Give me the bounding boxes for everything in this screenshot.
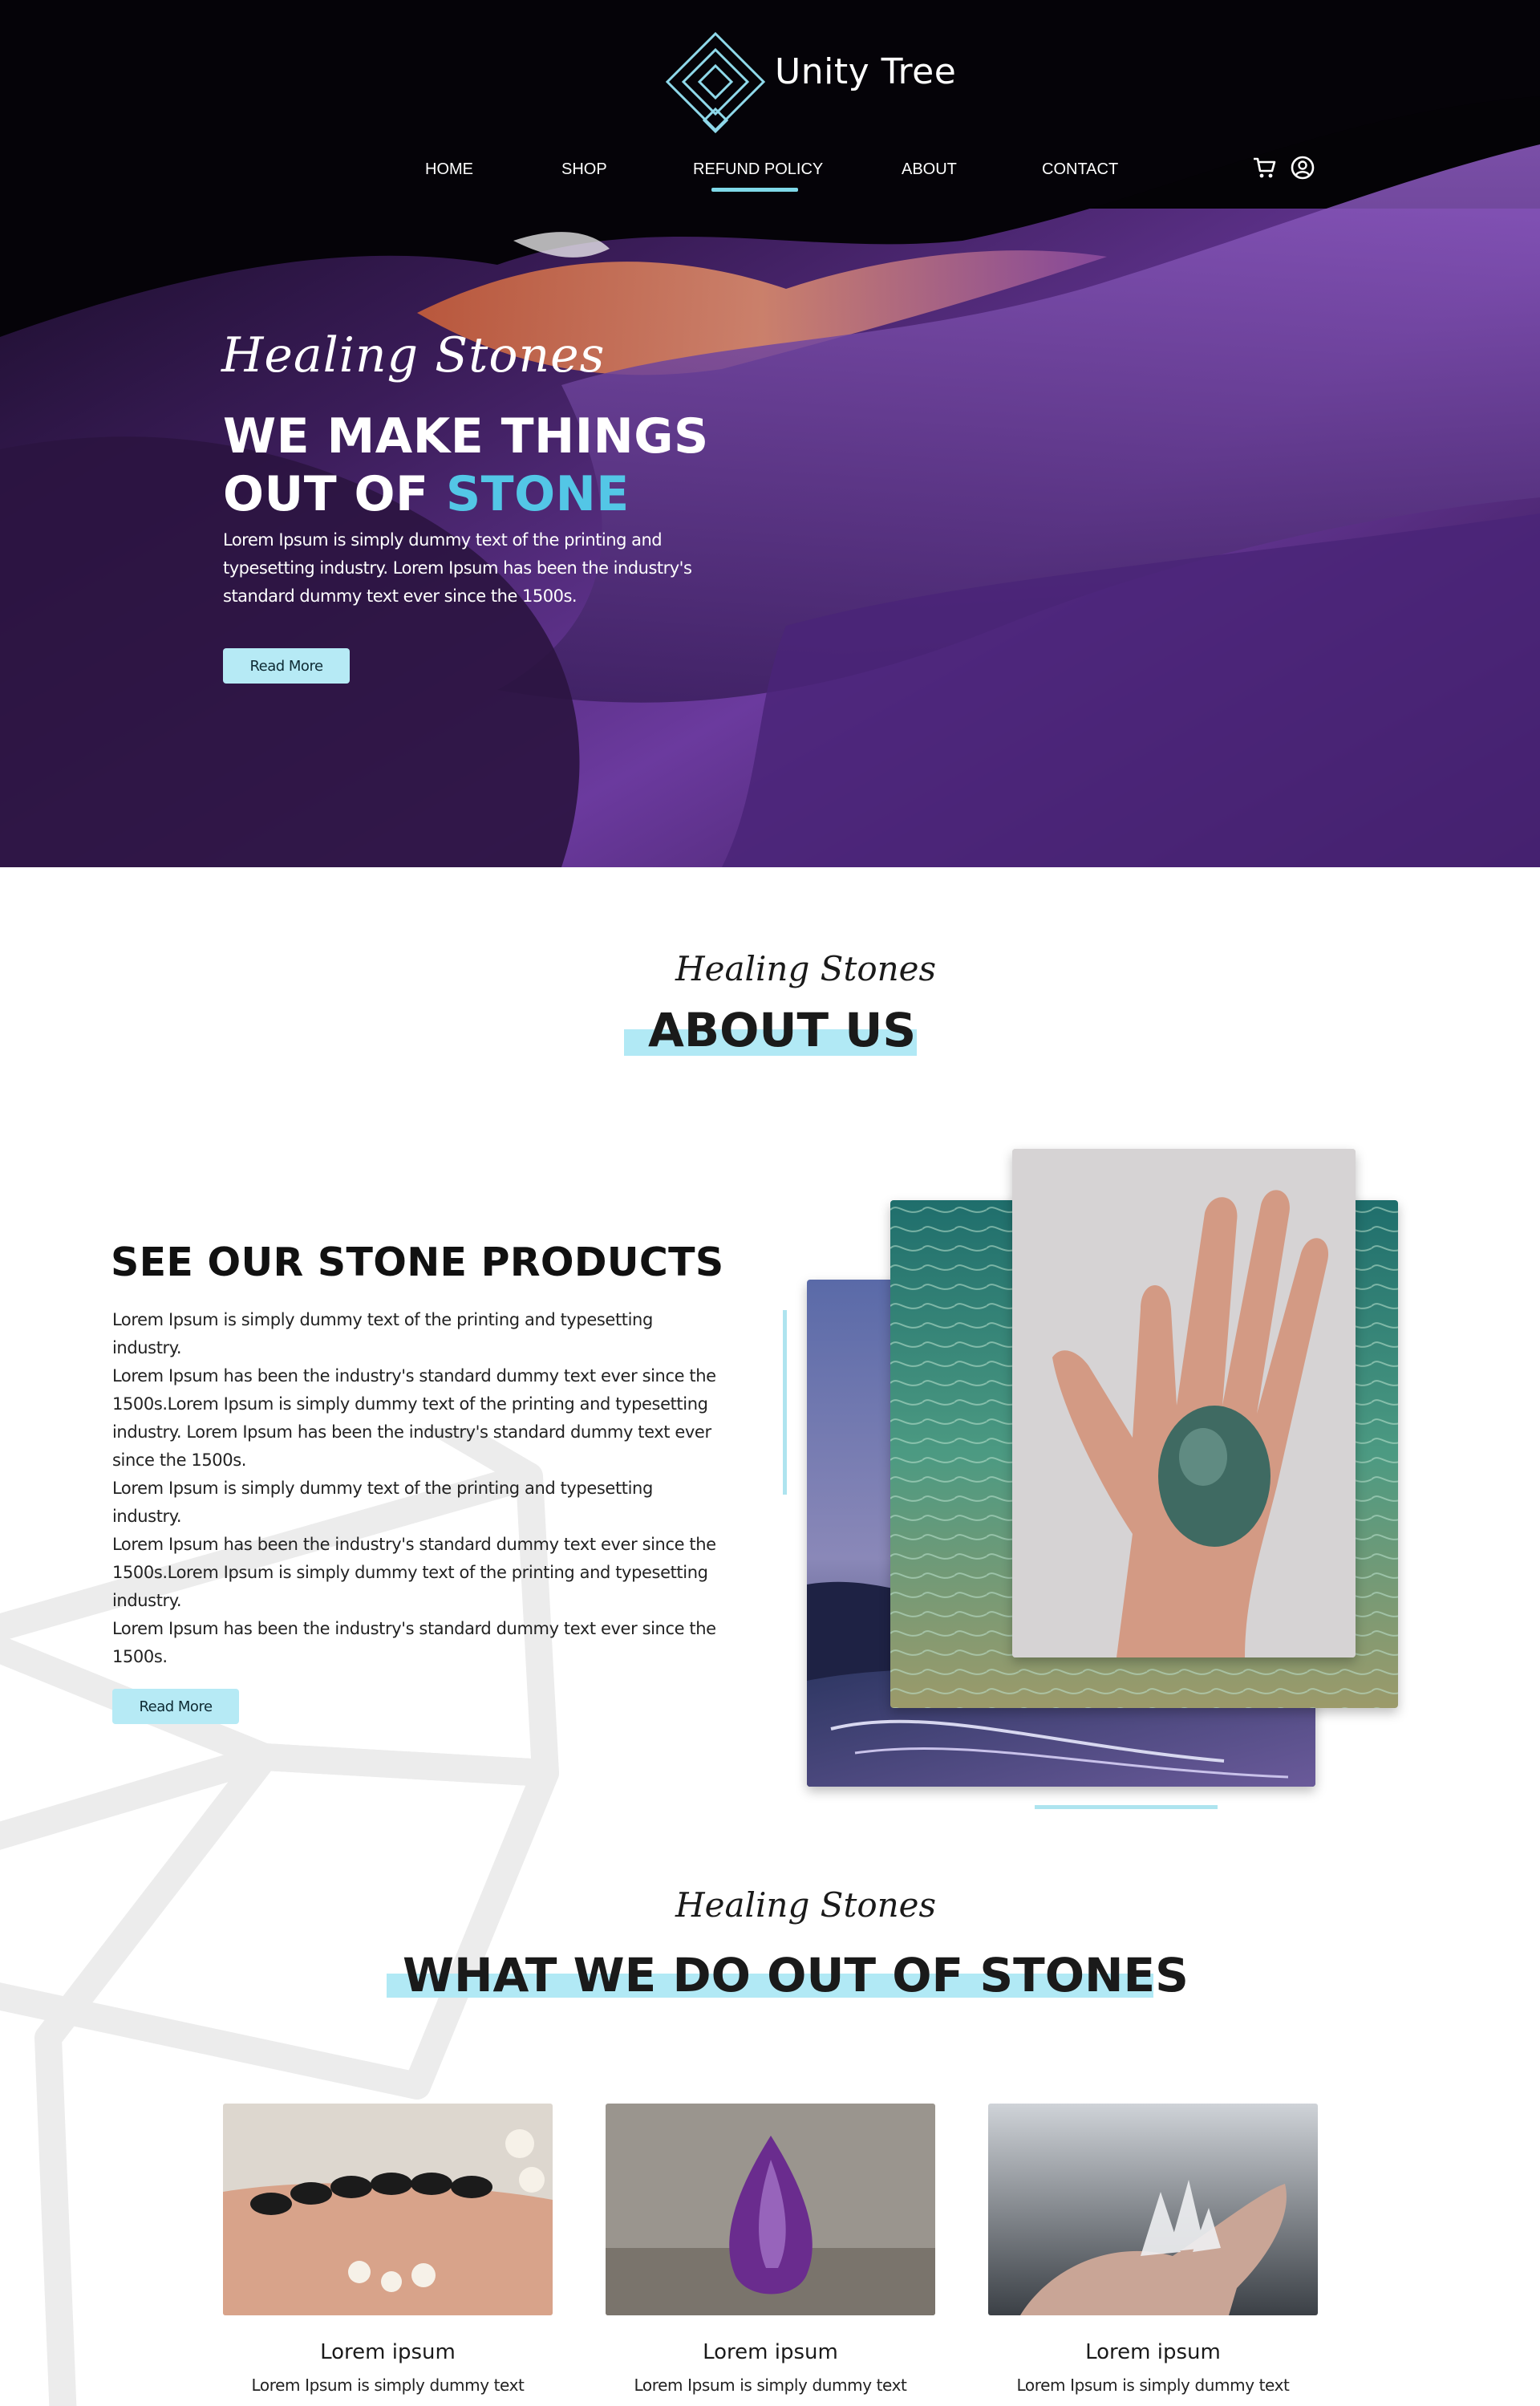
hero-headline-accent: STONE: [445, 466, 630, 522]
decorative-line-horizontal: [1035, 1805, 1218, 1809]
card-3-text: Lorem Ipsum is simply dummy text: [1016, 2376, 1290, 2395]
nav-active-indicator: [711, 188, 798, 192]
nav-contact[interactable]: CONTACT: [1042, 160, 1118, 179]
about-read-more-button[interactable]: Read More: [112, 1689, 239, 1724]
hand-holding-stone-photo: [1012, 1149, 1356, 1657]
card-1-title[interactable]: Lorem ipsum: [223, 2340, 553, 2364]
about-title: ABOUT US: [648, 1003, 917, 1057]
cart-icon[interactable]: [1251, 155, 1277, 181]
card-crystal-hand-image[interactable]: [988, 2104, 1318, 2315]
nav-shop[interactable]: SHOP: [561, 160, 607, 179]
brand-name[interactable]: Unity Tree: [775, 51, 956, 92]
user-icon[interactable]: [1290, 155, 1315, 181]
about-paragraph-2: Lorem Ipsum is simply dummy text of the …: [112, 1479, 716, 1666]
services-title: WHAT WE DO OUT OF STONES: [403, 1948, 1189, 2002]
hero-script-title: Healing Stones: [221, 327, 606, 383]
card-amethyst-image[interactable]: [606, 2104, 935, 2315]
card-2-title[interactable]: Lorem ipsum: [606, 2340, 935, 2364]
hero-read-more-button[interactable]: Read More: [223, 648, 350, 684]
services-script-title: Healing Stones: [675, 1885, 937, 1925]
about-paragraph-1: Lorem Ipsum is simply dummy text of the …: [112, 1310, 716, 1470]
card-massage-stones-image[interactable]: [223, 2104, 553, 2315]
nav-home[interactable]: HOME: [425, 160, 473, 179]
hero-headline: WE MAKE THINGS OUT OF STONE: [223, 408, 709, 523]
hero-headline-prefix: OUT OF: [223, 466, 446, 522]
nav-about[interactable]: ABOUT: [902, 160, 957, 179]
card-3-title[interactable]: Lorem ipsum: [988, 2340, 1318, 2364]
about-script-title: Healing Stones: [675, 949, 937, 988]
hero-description: Lorem Ipsum is simply dummy text of the …: [223, 530, 692, 606]
hero-headline-line1: WE MAKE THINGS: [223, 408, 709, 465]
decorative-line-vertical: [783, 1310, 787, 1495]
hero-section: Unity Tree HOME SHOP REFUND POLICY ABOUT…: [0, 0, 1540, 867]
about-heading: SEE OUR STONE PRODUCTS: [111, 1240, 724, 1285]
hero-headline-line2: OUT OF STONE: [223, 465, 709, 523]
card-1-text: Lorem Ipsum is simply dummy text: [251, 2376, 525, 2395]
nav-refund-policy[interactable]: REFUND POLICY: [693, 160, 823, 179]
card-2-text: Lorem Ipsum is simply dummy text: [634, 2376, 907, 2395]
